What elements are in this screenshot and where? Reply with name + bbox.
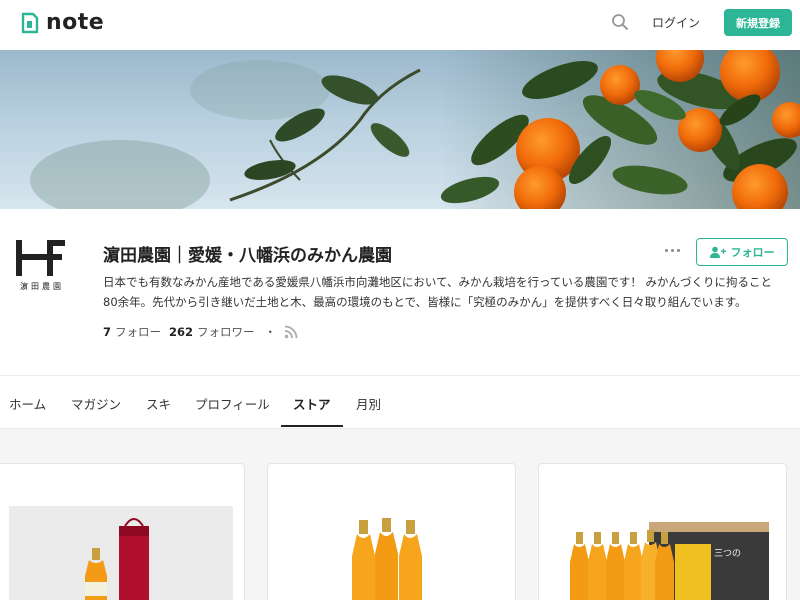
cover-illustration — [30, 50, 800, 209]
follow-button[interactable]: フォロー — [696, 238, 788, 266]
farm-logo-icon — [16, 240, 65, 276]
profile-stats: 7 フォロー 262 フォロワー ・ — [103, 324, 298, 340]
profile-tabs: ホーム マガジン スキ プロフィール ストア 月別 — [0, 376, 800, 428]
site-header: note ログイン 新規登録 — [0, 0, 800, 46]
tab-likes[interactable]: スキ — [146, 394, 171, 413]
tab-monthly[interactable]: 月別 — [356, 394, 381, 413]
more-dots-icon — [676, 248, 680, 252]
active-tab-indicator — [281, 425, 343, 427]
search-button[interactable] — [609, 11, 631, 33]
svg-text:三つの: 三つの — [714, 549, 741, 559]
signup-button[interactable]: 新規登録 — [724, 9, 792, 36]
tab-store[interactable]: ストア — [293, 394, 331, 413]
person-add-icon — [709, 246, 726, 258]
tab-magazine[interactable]: マガジン — [71, 394, 121, 413]
profile-name: 濵田農園｜愛媛・八幡浜のみかん農園 — [103, 246, 392, 266]
more-dots-icon — [670, 248, 674, 252]
login-link[interactable]: ログイン — [652, 14, 700, 31]
follower-label[interactable]: フォロワー — [197, 324, 255, 340]
logo-text: note — [46, 10, 105, 35]
note-logo-icon — [21, 12, 39, 33]
tab-home[interactable]: ホーム — [9, 394, 46, 413]
following-label[interactable]: フォロー — [115, 324, 161, 340]
avatar-caption: 濵田農園 — [20, 282, 64, 291]
note-logo[interactable]: note — [20, 10, 104, 35]
follower-count[interactable]: 262 — [169, 325, 193, 339]
product-image: 三つの — [570, 522, 769, 600]
separator-dot: ・ — [264, 325, 277, 339]
follow-button-label: フォロー — [730, 246, 775, 259]
product-card[interactable] — [267, 463, 516, 600]
rss-icon[interactable] — [284, 325, 298, 339]
tab-profile[interactable]: プロフィール — [195, 394, 270, 413]
more-options-button[interactable] — [660, 240, 684, 260]
product-card[interactable]: 三つの — [538, 463, 787, 600]
product-image — [352, 518, 422, 600]
following-count[interactable]: 7 — [103, 325, 111, 339]
more-dots-icon — [664, 248, 668, 252]
search-icon — [612, 14, 628, 30]
product-image — [9, 506, 233, 600]
cover-image — [0, 50, 800, 209]
profile-description: 日本でも有数なみかん産地である愛媛県八幡浜市向灘地区において、みかん栽培を行って… — [103, 275, 773, 309]
product-card[interactable] — [0, 463, 245, 600]
